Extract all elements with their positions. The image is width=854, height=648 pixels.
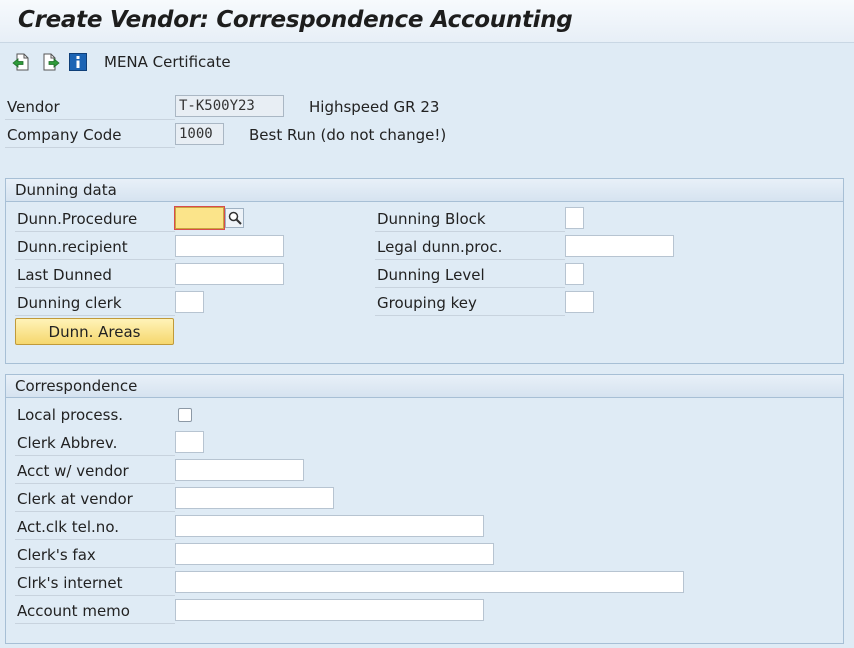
next-screen-icon[interactable]: [42, 53, 60, 71]
clerks-fax-label: Clerk's fax: [17, 546, 96, 564]
vendor-field[interactable]: T-K500Y23: [175, 95, 284, 117]
grouping-key-underline: [375, 315, 565, 316]
local-process-label: Local process.: [17, 406, 124, 424]
legal-dunn-proc-label: Legal dunn.proc.: [377, 238, 503, 256]
correspondence-title: Correspondence: [15, 377, 138, 395]
dunn-recipient-field[interactable]: [175, 235, 284, 257]
dunning-level-underline: [375, 287, 565, 288]
legal-dunn-proc-underline: [375, 259, 565, 260]
account-memo-underline: [15, 623, 175, 624]
clerks-internet-label: Clrk's internet: [17, 574, 123, 592]
dunning-block-field[interactable]: [565, 207, 584, 229]
search-icon: [228, 211, 242, 229]
dunn-recipient-underline: [15, 259, 175, 260]
dunning-block-label: Dunning Block: [377, 210, 486, 228]
last-dunned-label: Last Dunned: [17, 266, 112, 284]
clerk-abbrev-label: Clerk Abbrev.: [17, 434, 118, 452]
account-memo-label: Account memo: [17, 602, 130, 620]
dunning-data-title: Dunning data: [15, 181, 117, 199]
info-icon[interactable]: [69, 53, 87, 71]
dunning-data-header: Dunning data: [6, 179, 843, 202]
prev-screen-icon[interactable]: [12, 53, 30, 71]
dunn-procedure-underline: [15, 231, 175, 232]
dunning-level-field[interactable]: [565, 263, 584, 285]
mena-certificate-button[interactable]: MENA Certificate: [104, 53, 231, 71]
acct-with-vendor-field[interactable]: [175, 459, 304, 481]
legal-dunn-proc-field[interactable]: [565, 235, 674, 257]
act-clk-tel-underline: [15, 539, 175, 540]
dunning-clerk-field[interactable]: [175, 291, 204, 313]
grouping-key-field[interactable]: [565, 291, 594, 313]
clerk-at-vendor-underline: [15, 511, 175, 512]
act-clk-tel-field[interactable]: [175, 515, 484, 537]
vendor-label-underline: [5, 119, 175, 120]
company-code-label-underline: [5, 147, 175, 148]
acct-with-vendor-label: Acct w/ vendor: [17, 462, 129, 480]
account-memo-field[interactable]: [175, 599, 484, 621]
search-help-button[interactable]: [225, 208, 244, 228]
correspondence-header: Correspondence: [6, 375, 843, 398]
dunning-clerk-underline: [15, 315, 175, 316]
company-code-field[interactable]: 1000: [175, 123, 224, 145]
dunn-areas-button[interactable]: Dunn. Areas: [15, 318, 174, 345]
page-title: Create Vendor: Correspondence Accounting: [18, 7, 573, 33]
dunning-level-label: Dunning Level: [377, 266, 485, 284]
last-dunned-field[interactable]: [175, 263, 284, 285]
grouping-key-label: Grouping key: [377, 294, 477, 312]
clerks-fax-field[interactable]: [175, 543, 494, 565]
dunn-procedure-label: Dunn.Procedure: [17, 210, 138, 228]
vendor-label: Vendor: [7, 98, 60, 116]
title-bar: Create Vendor: Correspondence Accounting: [0, 0, 854, 43]
clerks-internet-underline: [15, 595, 175, 596]
company-code-label: Company Code: [7, 126, 122, 144]
last-dunned-underline: [15, 287, 175, 288]
clerks-fax-underline: [15, 567, 175, 568]
local-process-checkbox[interactable]: [178, 408, 192, 422]
dunning-block-underline: [375, 231, 565, 232]
dunn-recipient-label: Dunn.recipient: [17, 238, 128, 256]
vendor-name: Highspeed GR 23: [309, 98, 440, 116]
clerks-internet-field[interactable]: [175, 571, 684, 593]
acct-with-vendor-underline: [15, 483, 175, 484]
clerk-at-vendor-label: Clerk at vendor: [17, 490, 133, 508]
dunning-clerk-label: Dunning clerk: [17, 294, 122, 312]
act-clk-tel-label: Act.clk tel.no.: [17, 518, 119, 536]
dunn-procedure-field[interactable]: [175, 207, 224, 229]
company-name: Best Run (do not change!): [249, 126, 447, 144]
clerk-abbrev-field[interactable]: [175, 431, 204, 453]
clerk-abbrev-underline: [15, 455, 175, 456]
clerk-at-vendor-field[interactable]: [175, 487, 334, 509]
